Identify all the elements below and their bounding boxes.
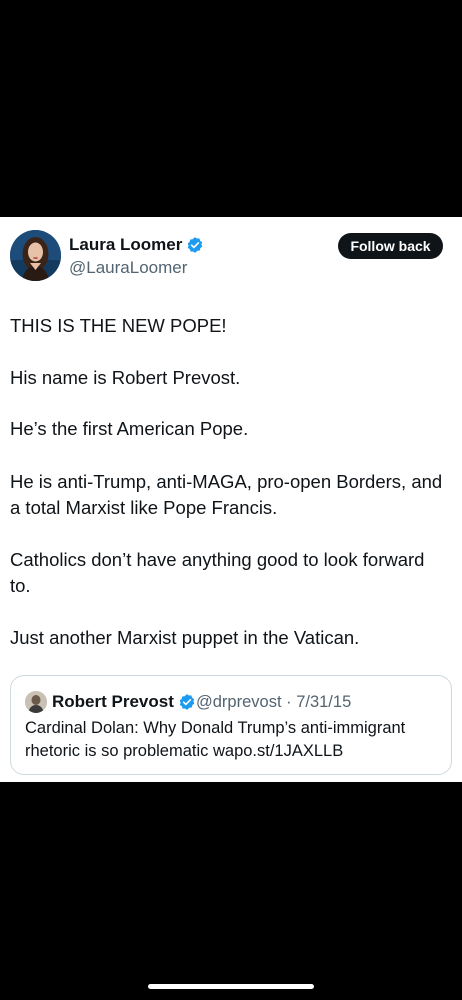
quoted-tweet[interactable]: Robert Prevost @drprevost · 7/31/15 Card…: [10, 675, 452, 775]
author-handle[interactable]: @LauraLoomer: [69, 258, 187, 278]
screenshot-frame: Laura Loomer @LauraLoomer Follow back TH…: [0, 0, 462, 1000]
tweet-card: Laura Loomer @LauraLoomer Follow back TH…: [0, 217, 462, 782]
tweet-paragraph: Just another Marxist puppet in the Vatic…: [10, 627, 360, 648]
verified-badge-icon: [178, 693, 196, 711]
quoted-author-name-text: Robert Prevost: [52, 692, 174, 711]
quoted-tweet-text: Cardinal Dolan: Why Donald Trump’s anti-…: [25, 719, 406, 760]
follow-back-button[interactable]: Follow back: [338, 233, 443, 259]
author-avatar[interactable]: [10, 230, 61, 281]
home-indicator[interactable]: [148, 984, 314, 989]
verified-badge-icon: [186, 236, 204, 254]
tweet-paragraph: He is anti-Trump, anti-MAGA, pro-open Bo…: [10, 471, 443, 518]
tweet-paragraph: He’s the first American Pope.: [10, 418, 249, 439]
quoted-author-name[interactable]: Robert Prevost: [52, 692, 196, 712]
tweet-paragraph: THIS IS THE NEW POPE!: [10, 315, 227, 336]
tweet-paragraph: Catholics don’t have anything good to lo…: [10, 549, 425, 596]
tweet-paragraph: His name is Robert Prevost.: [10, 367, 241, 388]
author-display-name[interactable]: Laura Loomer: [69, 235, 204, 255]
quoted-handle-date: @drprevost · 7/31/15: [196, 693, 352, 711]
quoted-author-avatar[interactable]: [25, 691, 47, 713]
author-name-text: Laura Loomer: [69, 235, 183, 254]
